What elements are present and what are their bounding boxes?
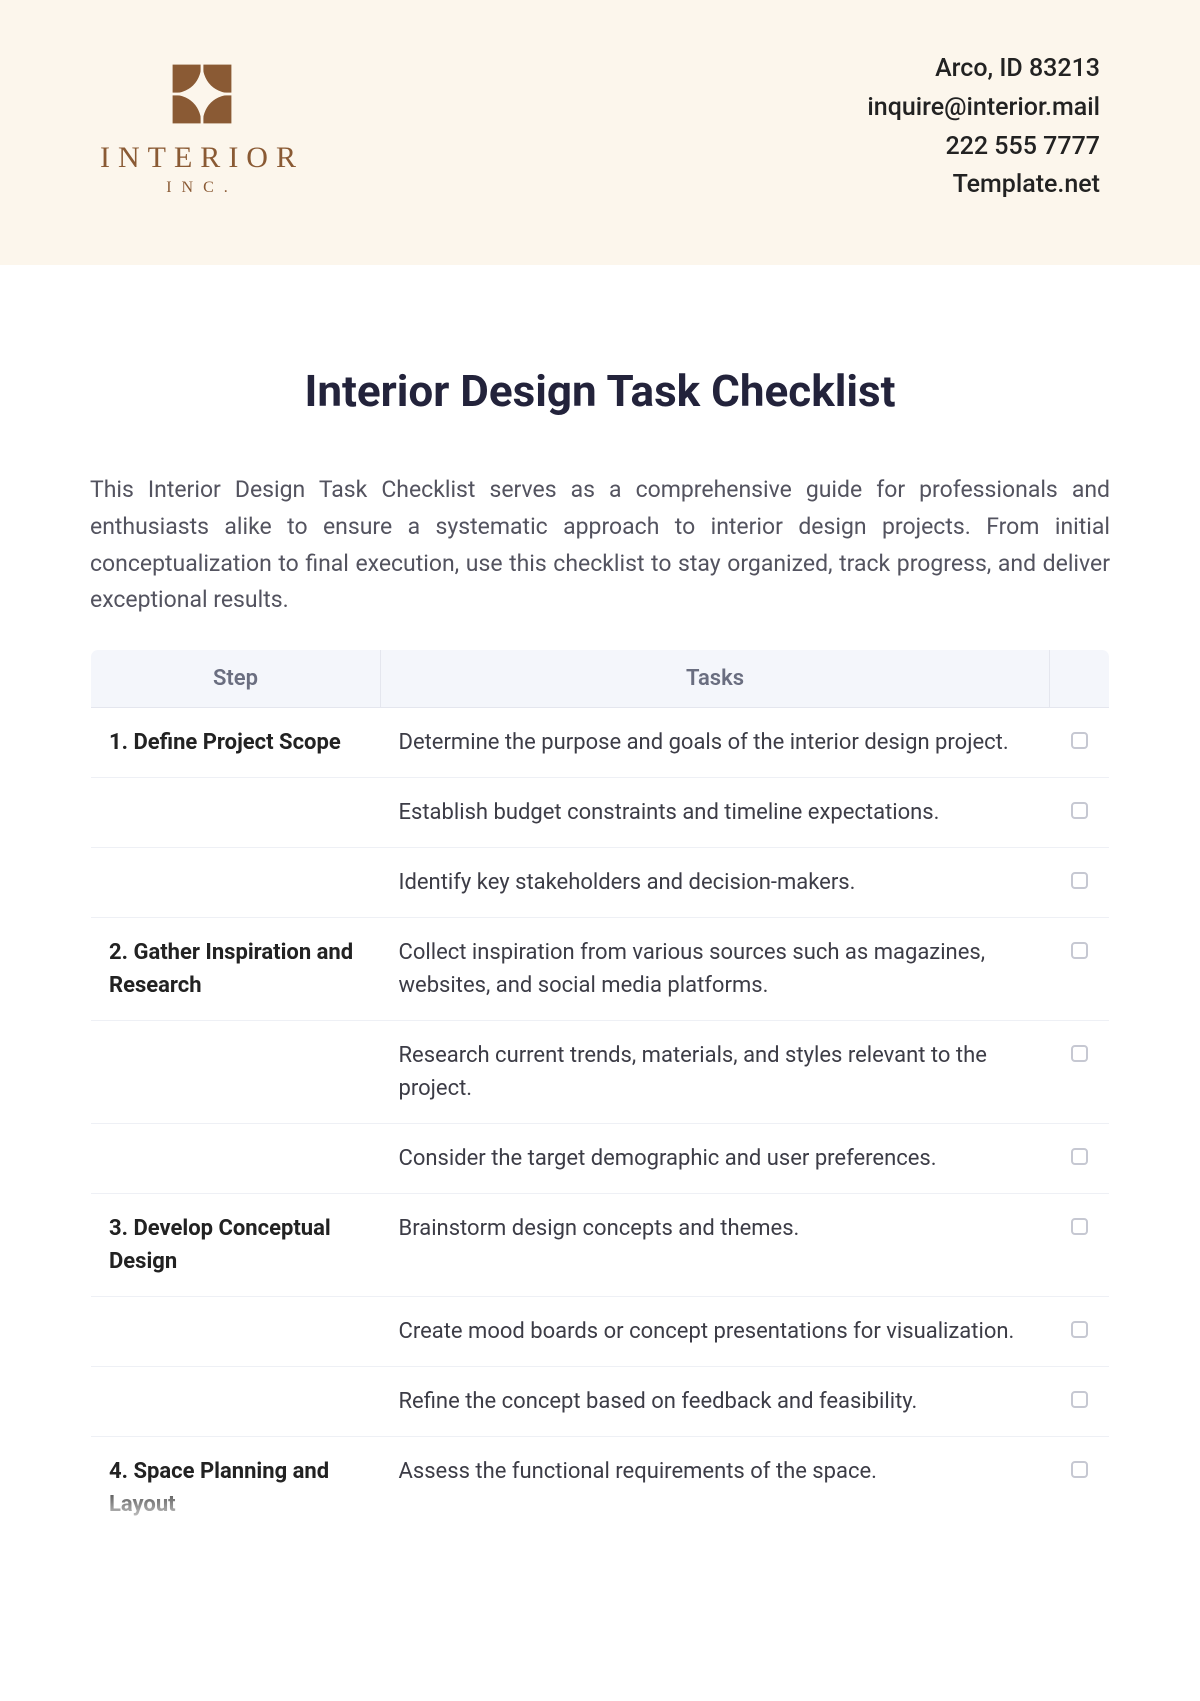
checkbox-cell	[1050, 1297, 1110, 1367]
task-cell: Brainstorm design concepts and themes.	[381, 1194, 1050, 1297]
task-cell: Determine the purpose and goals of the i…	[381, 708, 1050, 778]
contact-phone: 222 555 7777	[867, 128, 1100, 167]
logo-subtext: INC.	[100, 179, 304, 197]
col-header-check	[1050, 650, 1110, 708]
table-row: Refine the concept based on feedback and…	[91, 1367, 1110, 1437]
table-row: Consider the target demographic and user…	[91, 1124, 1110, 1194]
checkbox[interactable]	[1071, 872, 1088, 889]
checklist-table: Step Tasks 1. Define Project ScopeDeterm…	[90, 649, 1110, 1540]
checkbox-cell	[1050, 1194, 1110, 1297]
table-header-row: Step Tasks	[91, 650, 1110, 708]
task-cell: Create mood boards or concept presentati…	[381, 1297, 1050, 1367]
checkbox[interactable]	[1071, 1391, 1088, 1408]
intro-paragraph: This Interior Design Task Checklist serv…	[90, 472, 1110, 619]
step-cell: 2. Gather Inspiration and Research	[91, 918, 381, 1021]
step-cell	[91, 1367, 381, 1437]
task-cell: Identify key stakeholders and decision-m…	[381, 848, 1050, 918]
step-cell: 3. Develop Conceptual Design	[91, 1194, 381, 1297]
task-cell: Refine the concept based on feedback and…	[381, 1367, 1050, 1437]
step-cell: 1. Define Project Scope	[91, 708, 381, 778]
step-cell: 4. Space Planning and Layout	[91, 1437, 381, 1540]
document-body: Interior Design Task Checklist This Inte…	[0, 265, 1200, 1540]
checkbox-cell	[1050, 1124, 1110, 1194]
checkbox[interactable]	[1071, 942, 1088, 959]
checkbox-cell	[1050, 708, 1110, 778]
checkbox[interactable]	[1071, 1148, 1088, 1165]
table-row: Establish budget constraints and timelin…	[91, 778, 1110, 848]
checkbox-cell	[1050, 1437, 1110, 1540]
company-logo: INTERIOR INC.	[100, 59, 304, 197]
step-cell	[91, 778, 381, 848]
checkbox-cell	[1050, 778, 1110, 848]
contact-block: Arco, ID 83213 inquire@interior.mail 222…	[867, 50, 1100, 205]
table-row: 1. Define Project ScopeDetermine the pur…	[91, 708, 1110, 778]
checkbox[interactable]	[1071, 802, 1088, 819]
table-row: Create mood boards or concept presentati…	[91, 1297, 1110, 1367]
table-row: Identify key stakeholders and decision-m…	[91, 848, 1110, 918]
checkbox[interactable]	[1071, 1461, 1088, 1478]
checkbox[interactable]	[1071, 1218, 1088, 1235]
document-header: INTERIOR INC. Arco, ID 83213 inquire@int…	[0, 0, 1200, 265]
table-row: 3. Develop Conceptual DesignBrainstorm d…	[91, 1194, 1110, 1297]
col-header-tasks: Tasks	[381, 650, 1050, 708]
task-cell: Collect inspiration from various sources…	[381, 918, 1050, 1021]
contact-site: Template.net	[867, 166, 1100, 205]
step-cell	[91, 1297, 381, 1367]
table-row: Research current trends, materials, and …	[91, 1021, 1110, 1124]
checkbox[interactable]	[1071, 732, 1088, 749]
step-cell	[91, 1124, 381, 1194]
contact-address: Arco, ID 83213	[867, 50, 1100, 89]
step-cell	[91, 848, 381, 918]
page-title: Interior Design Task Checklist	[90, 365, 1110, 417]
task-cell: Consider the target demographic and user…	[381, 1124, 1050, 1194]
checkbox-cell	[1050, 918, 1110, 1021]
checkbox-cell	[1050, 848, 1110, 918]
logo-wordmark: INTERIOR	[100, 141, 304, 175]
task-cell: Research current trends, materials, and …	[381, 1021, 1050, 1124]
table-row: 2. Gather Inspiration and ResearchCollec…	[91, 918, 1110, 1021]
checkbox[interactable]	[1071, 1045, 1088, 1062]
checkbox-cell	[1050, 1367, 1110, 1437]
step-cell	[91, 1021, 381, 1124]
logo-icon	[167, 59, 237, 129]
contact-email: inquire@interior.mail	[867, 89, 1100, 128]
checkbox-cell	[1050, 1021, 1110, 1124]
checkbox[interactable]	[1071, 1321, 1088, 1338]
task-cell: Assess the functional requirements of th…	[381, 1437, 1050, 1540]
table-row: 4. Space Planning and LayoutAssess the f…	[91, 1437, 1110, 1540]
col-header-step: Step	[91, 650, 381, 708]
task-cell: Establish budget constraints and timelin…	[381, 778, 1050, 848]
